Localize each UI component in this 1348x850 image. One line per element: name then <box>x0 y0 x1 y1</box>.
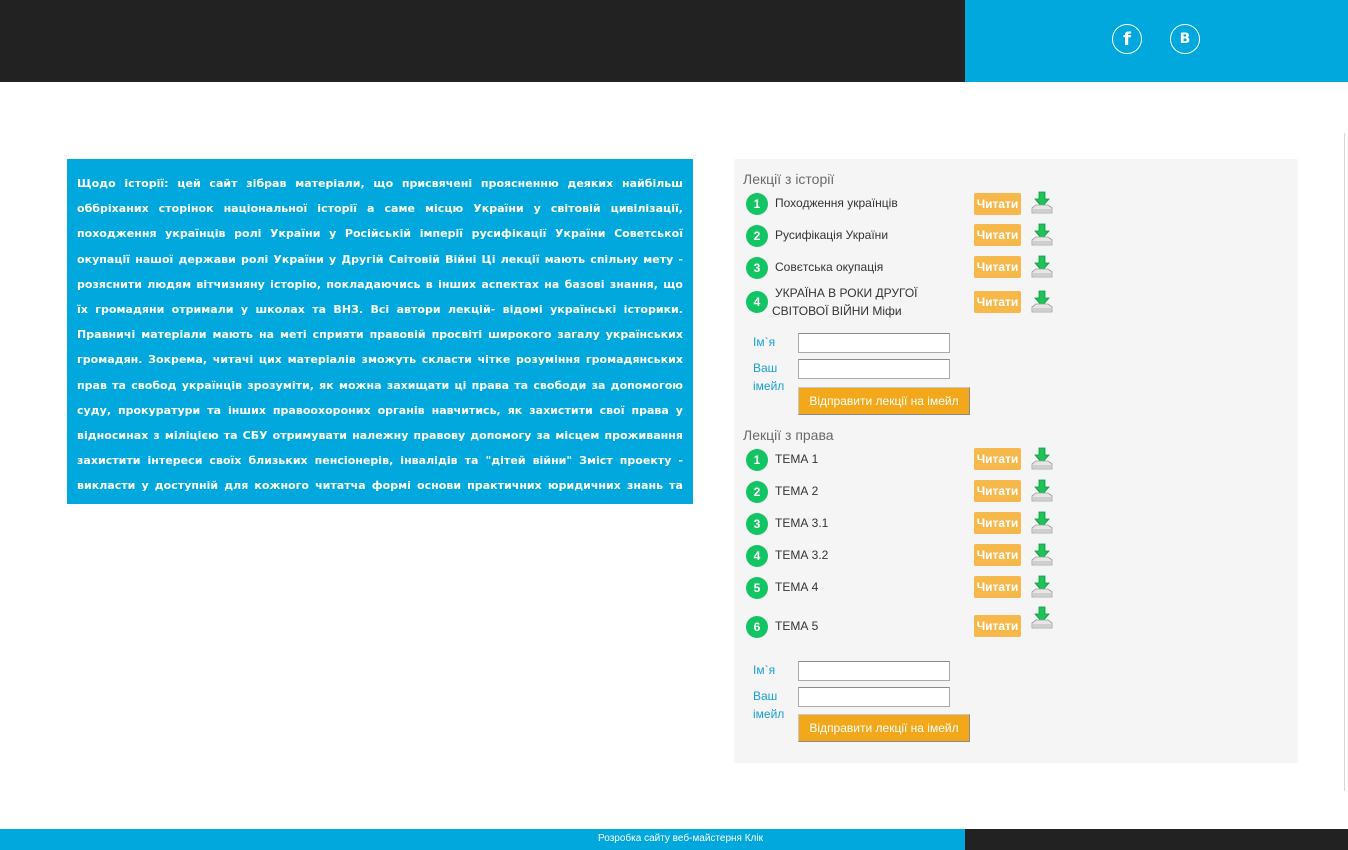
email-label-line-1: Ваш <box>753 361 778 375</box>
lecture-title: ТЕМА 5 <box>775 619 819 633</box>
read-button[interactable]: Читати <box>974 224 1021 246</box>
read-button[interactable]: Читати <box>974 576 1021 598</box>
lecture-title: ТЕМА 3.2 <box>775 548 829 562</box>
send-lectures-button[interactable]: Відправити лекції на імейл <box>798 714 970 742</box>
name-input[interactable] <box>798 661 950 681</box>
send-lectures-button[interactable]: Відправити лекції на імейл <box>798 387 970 415</box>
lecture-title-line-1: УКРАЇНА В РОКИ ДРУГОЇ <box>775 286 918 300</box>
email-label-line-1: Ваш <box>753 689 778 703</box>
lecture-number: 4 <box>746 291 768 313</box>
lecture-title: ТЕМА 4 <box>775 580 819 594</box>
header-social-panel <box>965 0 1348 82</box>
lecture-title: Совєтська окупація <box>775 260 884 274</box>
lecture-number: 1 <box>746 449 768 471</box>
download-icon[interactable] <box>1030 447 1054 473</box>
facebook-icon[interactable]: f <box>1112 24 1142 54</box>
email-label-line-2: імейл <box>753 379 785 393</box>
header-bar <box>0 0 965 82</box>
read-button[interactable]: Читати <box>974 193 1021 215</box>
email-input[interactable] <box>798 687 950 707</box>
lecture-number: 3 <box>746 257 768 279</box>
lecture-number: 2 <box>746 481 768 503</box>
lecture-title: ТЕМА 2 <box>775 484 819 498</box>
lecture-number: 5 <box>746 577 768 599</box>
read-button[interactable]: Читати <box>974 544 1021 566</box>
lecture-title-line-2: СВІТОВОЇ ВІЙНИ Міфи <box>772 304 902 318</box>
email-label-line-2: імейл <box>753 707 785 721</box>
footer-bar: Розробка сайту веб-майстерня Клік <box>0 829 965 850</box>
lecture-number: 4 <box>746 545 768 567</box>
lecture-title: Походження українців <box>775 196 898 210</box>
lecture-number: 3 <box>746 513 768 535</box>
history-section-title: Лекції з історії <box>743 171 835 187</box>
read-button[interactable]: Читати <box>974 256 1021 278</box>
lectures-sidebar: Лекції з історії 1 Походження українців … <box>734 159 1298 763</box>
read-button[interactable]: Читати <box>974 615 1021 637</box>
lecture-title: Русифікація України <box>775 228 889 242</box>
name-input[interactable] <box>798 333 950 353</box>
vk-icon[interactable]: B <box>1170 24 1200 54</box>
download-icon[interactable] <box>1030 479 1054 505</box>
lecture-number: 6 <box>746 616 768 638</box>
law-section-title: Лекції з права <box>743 427 834 443</box>
name-label: Ім`я <box>753 335 776 349</box>
lecture-number: 1 <box>746 193 768 215</box>
footer-dark-panel <box>965 829 1348 850</box>
download-icon[interactable] <box>1030 290 1054 316</box>
read-button[interactable]: Читати <box>974 512 1021 534</box>
lecture-number: 2 <box>746 225 768 247</box>
lecture-title: ТЕМА 3.1 <box>775 516 829 530</box>
name-label: Ім`я <box>753 663 776 677</box>
read-button[interactable]: Читати <box>974 291 1021 313</box>
download-icon[interactable] <box>1030 223 1054 249</box>
download-icon[interactable] <box>1030 575 1054 601</box>
intro-text: Щодо історії: цей сайт зібрав матеріали,… <box>67 159 693 518</box>
download-icon[interactable] <box>1030 511 1054 537</box>
email-input[interactable] <box>798 359 950 379</box>
read-button[interactable]: Читати <box>974 480 1021 502</box>
download-icon[interactable] <box>1030 606 1054 632</box>
lecture-title: ТЕМА 1 <box>775 452 819 466</box>
read-button[interactable]: Читати <box>974 448 1021 470</box>
download-icon[interactable] <box>1030 255 1054 281</box>
download-icon[interactable] <box>1030 543 1054 569</box>
footer-credit: Розробка сайту веб-майстерня Клік <box>598 833 763 844</box>
page-divider <box>1344 133 1345 791</box>
download-icon[interactable] <box>1030 191 1054 217</box>
